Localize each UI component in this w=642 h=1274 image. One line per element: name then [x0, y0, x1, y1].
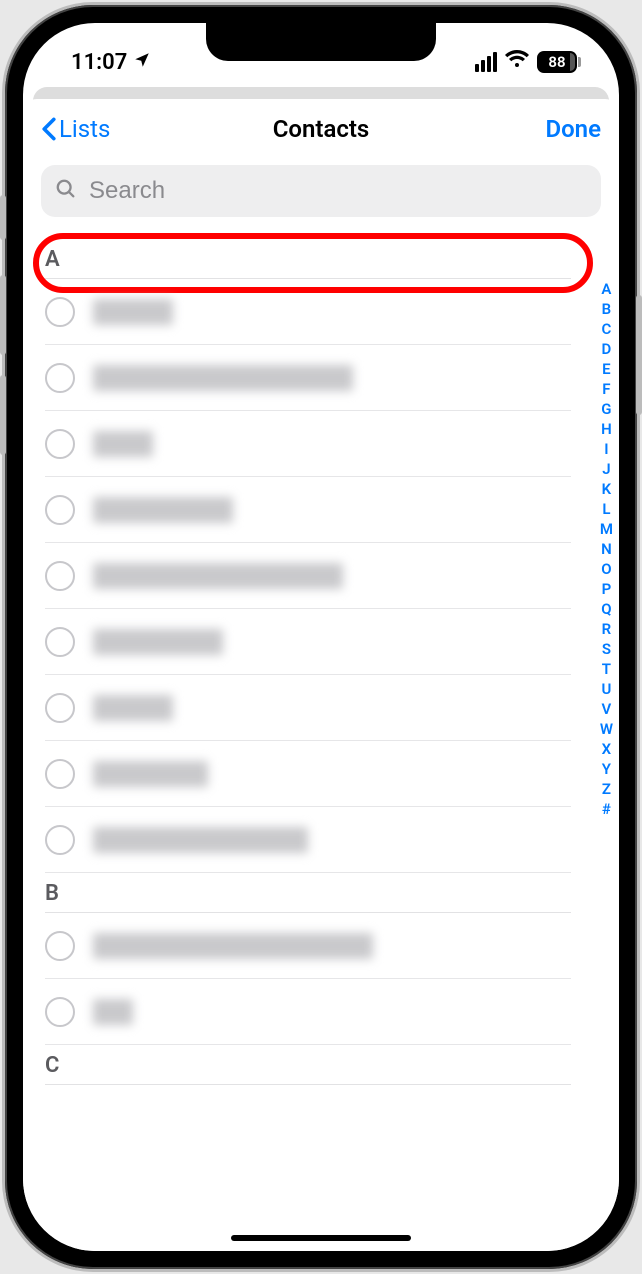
- contact-row[interactable]: [45, 741, 571, 807]
- home-indicator[interactable]: [231, 1235, 411, 1241]
- contact-row[interactable]: [45, 979, 571, 1045]
- index-letter[interactable]: B: [602, 299, 612, 319]
- alphabet-index[interactable]: ABCDEFGHIJKLMNOPQRSTUVWXYZ#: [600, 279, 613, 819]
- contact-row[interactable]: [45, 609, 571, 675]
- index-letter[interactable]: T: [602, 659, 611, 679]
- index-letter[interactable]: V: [602, 699, 612, 719]
- contact-row[interactable]: [45, 913, 571, 979]
- selection-radio[interactable]: [45, 693, 75, 723]
- contact-name-redacted: [93, 431, 153, 457]
- wifi-icon: [505, 49, 529, 75]
- index-letter[interactable]: P: [602, 579, 612, 599]
- selection-radio[interactable]: [45, 297, 75, 327]
- index-letter[interactable]: S: [602, 639, 611, 659]
- power-button: [636, 295, 642, 415]
- index-letter[interactable]: E: [602, 359, 610, 379]
- location-icon: [133, 50, 151, 75]
- search-icon: [55, 178, 77, 204]
- back-button[interactable]: Lists: [41, 115, 110, 143]
- volume-down-button: [0, 375, 6, 455]
- contact-name-redacted: [93, 299, 173, 325]
- status-time: 11:07: [71, 50, 127, 75]
- contact-name-redacted: [93, 695, 173, 721]
- index-letter[interactable]: Y: [602, 759, 611, 779]
- index-letter[interactable]: G: [601, 399, 611, 419]
- section-header: A: [45, 239, 571, 279]
- selection-radio[interactable]: [45, 997, 75, 1027]
- selection-radio[interactable]: [45, 627, 75, 657]
- contact-name-redacted: [93, 999, 133, 1025]
- index-letter[interactable]: Z: [602, 779, 611, 799]
- index-letter[interactable]: K: [602, 479, 612, 499]
- selection-radio[interactable]: [45, 759, 75, 789]
- battery-indicator: 88: [537, 51, 581, 73]
- section-header: C: [45, 1045, 571, 1085]
- selection-radio[interactable]: [45, 561, 75, 591]
- selection-radio[interactable]: [45, 931, 75, 961]
- battery-percent: 88: [548, 53, 565, 71]
- index-letter[interactable]: C: [602, 319, 612, 339]
- contact-row[interactable]: [45, 345, 571, 411]
- silence-switch: [0, 195, 6, 240]
- search-input[interactable]: [41, 165, 601, 217]
- contact-row[interactable]: [45, 807, 571, 873]
- index-letter[interactable]: F: [602, 379, 610, 399]
- index-letter[interactable]: W: [600, 719, 613, 739]
- contact-row[interactable]: [45, 477, 571, 543]
- index-letter[interactable]: A: [601, 279, 611, 299]
- contact-row[interactable]: [45, 543, 571, 609]
- contact-name-redacted: [93, 365, 353, 391]
- contact-row[interactable]: [45, 279, 571, 345]
- contact-name-redacted: [93, 563, 343, 589]
- contact-name-redacted: [93, 827, 308, 853]
- index-letter[interactable]: D: [602, 339, 612, 359]
- done-button[interactable]: Done: [545, 115, 601, 143]
- selection-radio[interactable]: [45, 825, 75, 855]
- index-letter[interactable]: X: [602, 739, 612, 759]
- index-letter[interactable]: M: [600, 519, 613, 539]
- contact-name-redacted: [93, 629, 223, 655]
- contact-name-redacted: [93, 497, 233, 523]
- index-letter[interactable]: #: [602, 799, 611, 819]
- contact-name-redacted: [93, 933, 373, 959]
- contacts-sheet: Lists Contacts Done ABC ABCDEFGHIJKLMNOP…: [23, 99, 619, 1251]
- page-title: Contacts: [273, 115, 370, 143]
- index-letter[interactable]: L: [602, 499, 610, 519]
- contact-row[interactable]: [45, 411, 571, 477]
- index-letter[interactable]: Q: [601, 599, 611, 619]
- chevron-left-icon: [41, 117, 57, 141]
- selection-radio[interactable]: [45, 363, 75, 393]
- index-letter[interactable]: O: [601, 559, 611, 579]
- selection-radio[interactable]: [45, 429, 75, 459]
- index-letter[interactable]: H: [601, 419, 612, 439]
- contact-name-redacted: [93, 761, 208, 787]
- index-letter[interactable]: N: [601, 539, 612, 559]
- contact-row[interactable]: [45, 675, 571, 741]
- back-label: Lists: [59, 115, 110, 143]
- selection-radio[interactable]: [45, 495, 75, 525]
- nav-bar: Lists Contacts Done: [23, 99, 619, 159]
- index-letter[interactable]: R: [602, 619, 612, 639]
- index-letter[interactable]: U: [601, 679, 611, 699]
- index-letter[interactable]: J: [602, 459, 610, 479]
- device-notch: [206, 23, 436, 61]
- section-header: B: [45, 873, 571, 913]
- cellular-icon: [475, 52, 497, 72]
- volume-up-button: [0, 275, 6, 355]
- index-letter[interactable]: I: [604, 439, 608, 459]
